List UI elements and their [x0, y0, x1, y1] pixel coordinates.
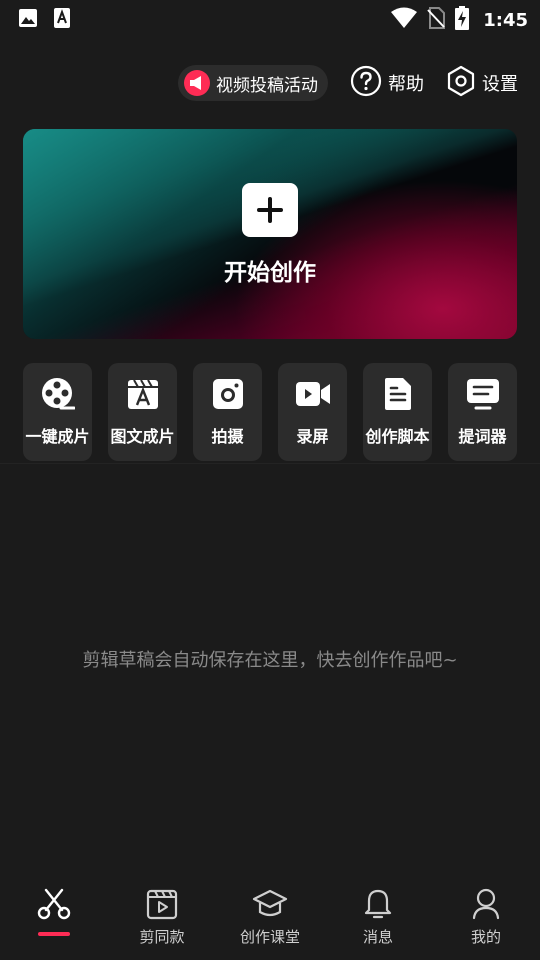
film-reel-icon [41, 377, 75, 411]
scissors-icon [37, 888, 71, 920]
top-actions: 视频投稿活动 帮助 设置 [178, 64, 518, 102]
video-record-icon [295, 377, 331, 411]
profile-icon [471, 888, 501, 920]
tab-templates[interactable]: 剪同款 [108, 880, 216, 960]
settings-icon [446, 65, 476, 102]
help-label: 帮助 [388, 74, 424, 95]
video-template-icon [146, 888, 178, 920]
start-creating-label: 开始创作 [224, 260, 316, 286]
tab-edit[interactable] [0, 880, 108, 960]
tool-teleprompter[interactable]: 提词器 [448, 363, 517, 461]
tab-label: 我的 [470, 928, 501, 946]
start-creating-card[interactable]: 开始创作 [23, 129, 517, 339]
status-right: 1:45 [391, 6, 528, 34]
divider [0, 463, 540, 464]
settings-label: 设置 [482, 74, 518, 95]
graduation-cap-icon [252, 888, 288, 920]
empty-drafts-message: 剪辑草稿会自动保存在这里，快去创作作品吧~ [82, 650, 458, 671]
promo-label: 视频投稿活动 [216, 75, 318, 96]
promo-button[interactable]: 视频投稿活动 [178, 65, 328, 101]
help-button[interactable]: 帮助 [350, 65, 424, 102]
tool-label: 一键成片 [25, 427, 90, 446]
tool-text-to-video[interactable]: 图文成片 [108, 363, 177, 461]
teleprompter-icon [466, 377, 500, 411]
tab-classroom[interactable]: 创作课堂 [216, 880, 324, 960]
tool-label: 提词器 [458, 427, 507, 446]
active-tab-indicator [38, 932, 70, 936]
help-icon [350, 65, 382, 102]
status-left [18, 8, 70, 32]
tool-one-click-video[interactable]: 一键成片 [23, 363, 92, 461]
tab-label: 剪同款 [139, 928, 185, 946]
clapper-text-icon [127, 377, 159, 411]
tool-label: 创作脚本 [365, 427, 430, 446]
megaphone-icon [184, 70, 210, 96]
settings-button[interactable]: 设置 [446, 65, 518, 102]
tool-camera[interactable]: 拍摄 [193, 363, 262, 461]
tab-profile[interactable]: 我的 [432, 880, 540, 960]
text-a-icon [54, 8, 70, 32]
image-icon [18, 8, 38, 32]
tab-messages[interactable]: 消息 [324, 880, 432, 960]
status-bar: 1:45 [0, 0, 540, 36]
status-time: 1:45 [483, 9, 528, 31]
no-sim-icon [427, 7, 446, 33]
tool-label: 图文成片 [110, 427, 175, 446]
wifi-icon [391, 7, 418, 33]
tools-row: 一键成片 图文成片 拍摄 录屏 创作脚本 提词器 [23, 363, 517, 461]
tab-label: 消息 [362, 928, 393, 946]
bell-icon [363, 888, 393, 920]
tool-script[interactable]: 创作脚本 [363, 363, 432, 461]
bottom-tab-bar: 剪同款 创作课堂 消息 我的 [0, 880, 540, 960]
plus-icon [242, 183, 298, 237]
camera-icon [212, 377, 244, 411]
tab-label: 创作课堂 [239, 928, 300, 946]
battery-charging-icon [455, 6, 470, 34]
tool-screen-record[interactable]: 录屏 [278, 363, 347, 461]
document-icon [384, 377, 412, 411]
tool-label: 拍摄 [211, 427, 244, 446]
tool-label: 录屏 [296, 427, 329, 446]
